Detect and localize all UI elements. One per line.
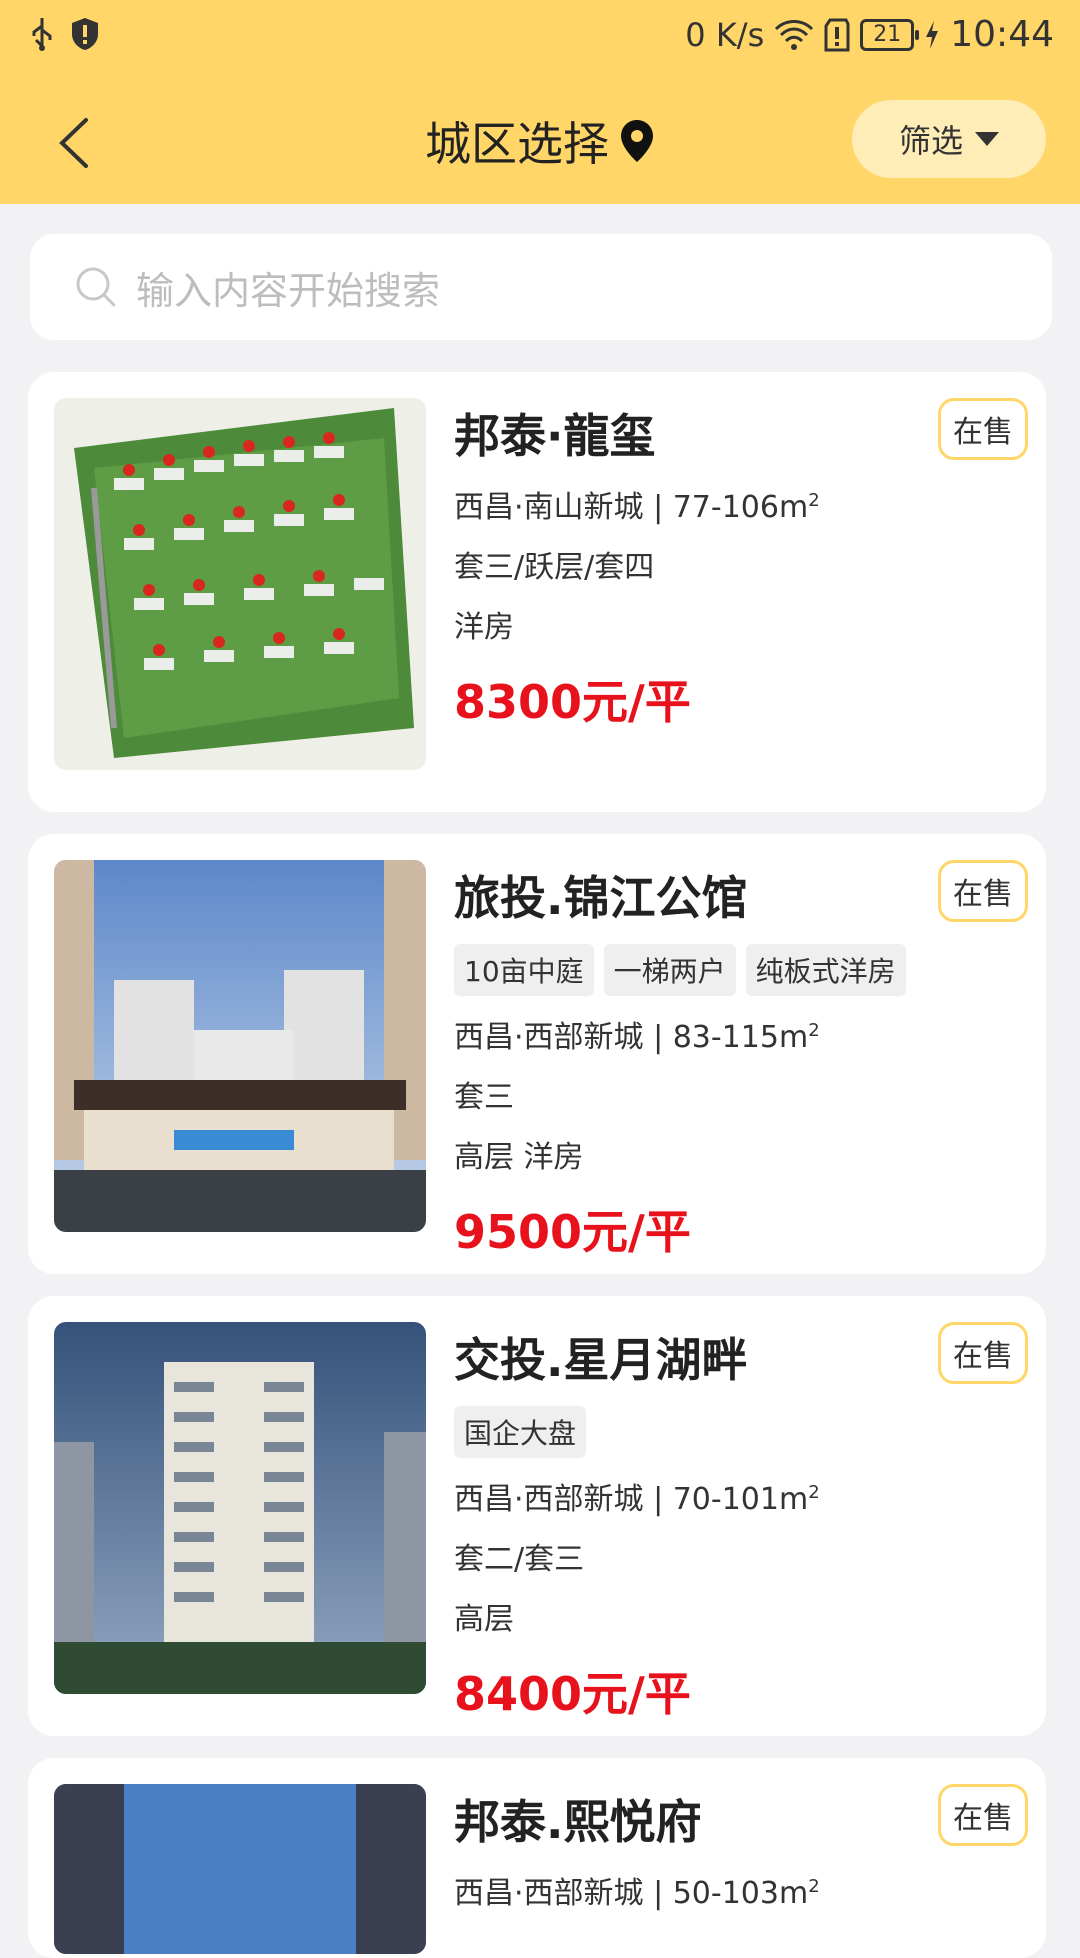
location-text: 西昌·南山新城 | 77-106m — [454, 490, 809, 525]
wifi-icon — [775, 19, 814, 50]
top-header: 0 K/s 21 10:44 城区选择 筛选 — [0, 0, 1080, 204]
status-badge: 在售 — [938, 860, 1028, 922]
listing-price: 8300元/平 — [454, 675, 691, 729]
search-placeholder: 输入内容开始搜索 — [136, 268, 441, 313]
listing-name: 邦泰.熙悦府 — [454, 1795, 702, 1849]
listing-card[interactable]: 在售 旅投.锦江公馆 10亩中庭 一梯两户 纯板式洋房 西昌·西部新城 | 83… — [28, 834, 1046, 1274]
property-image — [54, 1322, 426, 1694]
search-bar[interactable]: 输入内容开始搜索 — [30, 234, 1052, 340]
listing-info: 交投.星月湖畔 国企大盘 西昌·西部新城 | 70-101m2 套二/套三 高层… — [454, 1320, 936, 1724]
area-unit-superscript: 2 — [808, 1876, 820, 1897]
tag-1: 10亩中庭 — [454, 944, 594, 996]
sim-alert-icon — [824, 18, 850, 51]
page-title-text: 城区选择 — [425, 117, 609, 171]
area-unit-superscript: 2 — [808, 490, 820, 511]
listing-price: 8400元/平 — [454, 1667, 691, 1721]
listing-price: 9500元/平 — [454, 1205, 691, 1259]
listing-unit-types: 套三 — [454, 1080, 514, 1115]
listing-location: 西昌·西部新城 | 83-115m2 — [454, 1012, 936, 1056]
listing-tags: 国企大盘 — [454, 1406, 936, 1458]
location-text: 西昌·西部新城 | 50-103m — [454, 1876, 809, 1911]
listing-name: 旅投.锦江公馆 — [454, 871, 748, 925]
location-text: 西昌·西部新城 | 83-115m — [454, 1020, 809, 1055]
listing-card[interactable]: 在售 邦泰.熙悦府 西昌·西部新城 | 50-103m2 — [28, 1758, 1046, 1958]
status-badge: 在售 — [938, 1784, 1028, 1846]
property-image — [54, 398, 426, 770]
network-speed: 0 K/s — [685, 15, 765, 54]
location-pin-icon — [621, 120, 653, 162]
charging-icon — [926, 20, 939, 49]
listing-info: 旅投.锦江公馆 10亩中庭 一梯两户 纯板式洋房 西昌·西部新城 | 83-11… — [454, 858, 936, 1262]
tag-1: 国企大盘 — [454, 1406, 587, 1458]
status-badge: 在售 — [938, 1322, 1028, 1384]
listing-building-type: 洋房 — [454, 610, 514, 645]
clock: 10:44 — [950, 14, 1054, 55]
listing-location: 西昌·西部新城 | 70-101m2 — [454, 1474, 936, 1518]
battery-level: 21 — [873, 21, 902, 47]
listing-location: 西昌·南山新城 | 77-106m2 — [454, 482, 936, 526]
listing-info: 邦泰·龍玺 西昌·南山新城 | 77-106m2 套三/跃层/套四 洋房 830… — [454, 396, 936, 732]
listing-location: 西昌·西部新城 | 50-103m2 — [454, 1868, 936, 1912]
battery-icon: 21 — [860, 18, 920, 51]
filter-label: 筛选 — [898, 122, 963, 160]
status-bar: 0 K/s 21 10:44 — [0, 0, 1080, 74]
caret-down-icon — [975, 132, 999, 146]
listing-name: 邦泰·龍玺 — [454, 409, 656, 463]
listing-unit-types: 套三/跃层/套四 — [454, 550, 655, 585]
listing-tags: 10亩中庭 一梯两户 纯板式洋房 — [454, 944, 936, 996]
location-text: 西昌·西部新城 | 70-101m — [454, 1482, 809, 1517]
listing-building-type: 高层 — [454, 1602, 514, 1637]
shield-icon — [72, 18, 98, 50]
filter-button[interactable]: 筛选 — [852, 100, 1046, 178]
search-icon — [76, 267, 116, 307]
listing-unit-types: 套二/套三 — [454, 1542, 585, 1577]
tag-3: 纯板式洋房 — [745, 944, 906, 996]
area-unit-superscript: 2 — [808, 1020, 820, 1041]
listing-building-type: 高层 洋房 — [454, 1140, 584, 1175]
usb-icon — [32, 18, 52, 51]
area-unit-superscript: 2 — [808, 1482, 820, 1503]
tag-2: 一梯两户 — [603, 944, 736, 996]
listing-name: 交投.星月湖畔 — [454, 1333, 748, 1387]
property-image — [54, 860, 426, 1232]
listing-card[interactable]: 在售 交投.星月湖畔 国企大盘 西昌·西部新城 | 70-101m2 套二/套三… — [28, 1296, 1046, 1736]
navigation-bar: 城区选择 筛选 — [0, 84, 1080, 204]
listing-info: 邦泰.熙悦府 西昌·西部新城 | 50-103m2 — [454, 1782, 936, 1912]
status-badge: 在售 — [938, 398, 1028, 460]
listing-card[interactable]: 在售 邦泰·龍玺 西昌·南山新城 | 77-106m2 套三/跃层/套四 洋房 … — [28, 372, 1046, 812]
property-image — [54, 1784, 426, 1954]
